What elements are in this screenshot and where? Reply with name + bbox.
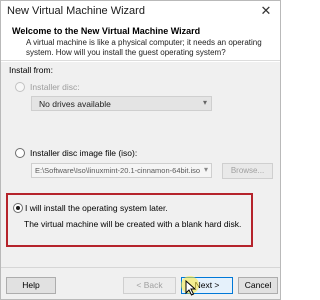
install-options-panel: Install from: Installer disc: No drives … <box>1 62 280 267</box>
cancel-button[interactable]: Cancel <box>238 277 278 294</box>
wizard-description: A virtual machine is like a physical com… <box>26 38 262 57</box>
iso-file-radio[interactable] <box>15 148 25 158</box>
title-bar: New Virtual Machine Wizard ✕ <box>1 1 280 23</box>
wizard-window: New Virtual Machine Wizard ✕ Welcome to … <box>0 0 281 300</box>
browse-button[interactable]: Browse... <box>222 163 273 179</box>
installer-disc-label: Installer disc: <box>30 82 80 92</box>
back-button[interactable]: < Back <box>123 277 176 294</box>
installer-disc-radio[interactable] <box>15 82 25 92</box>
iso-file-label: Installer disc image file (iso): <box>30 148 138 158</box>
install-later-highlight: I will install the operating system late… <box>6 193 253 247</box>
disc-drive-dropdown[interactable]: No drives available ▾ <box>31 96 212 111</box>
install-later-label: I will install the operating system late… <box>25 203 168 213</box>
install-later-radio[interactable] <box>13 203 23 213</box>
window-title: New Virtual Machine Wizard <box>7 5 145 17</box>
install-later-description: The virtual machine will be created with… <box>24 219 242 229</box>
chevron-down-icon: ▾ <box>202 98 207 107</box>
disc-drive-value: No drives available <box>39 99 111 109</box>
mouse-cursor-icon <box>185 280 197 296</box>
iso-path-value: E:\Software\Iso\linuxmint-20.1-cinnamon-… <box>35 166 201 175</box>
install-from-label: Install from: <box>9 65 53 75</box>
close-icon[interactable]: ✕ <box>258 3 274 19</box>
wizard-footer: Help < Back Next > Cancel <box>1 267 280 299</box>
chevron-down-icon: ▾ <box>203 165 208 174</box>
iso-path-combobox[interactable]: E:\Software\Iso\linuxmint-20.1-cinnamon-… <box>31 163 212 178</box>
help-button[interactable]: Help <box>6 277 56 294</box>
wizard-heading: Welcome to the New Virtual Machine Wizar… <box>12 26 201 36</box>
wizard-header: Welcome to the New Virtual Machine Wizar… <box>1 23 280 61</box>
